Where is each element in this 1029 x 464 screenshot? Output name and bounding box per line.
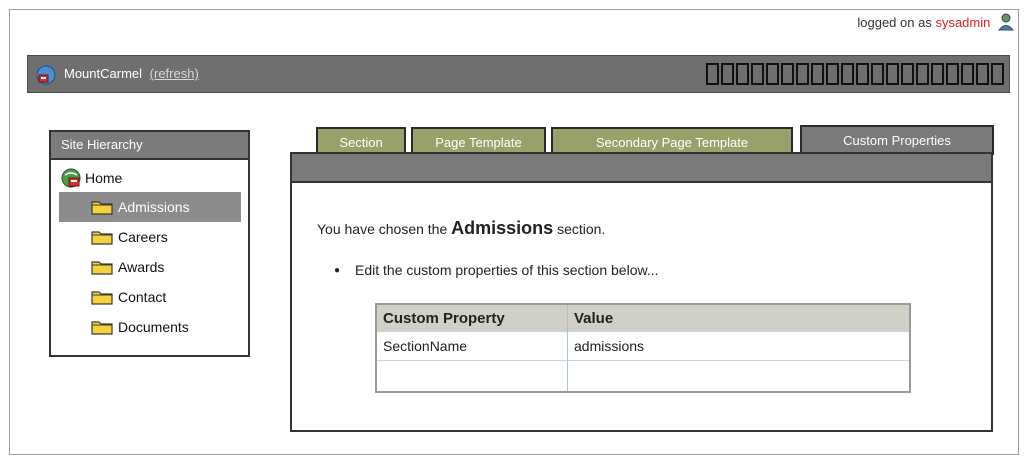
table-row[interactable]: SectionName admissions xyxy=(376,331,911,361)
column-header-value: Value xyxy=(567,304,911,332)
chosen-section-name: Admissions xyxy=(451,218,554,238)
glyph-box xyxy=(961,63,974,85)
home-globe-icon xyxy=(61,168,81,188)
tab-secondary-page-template[interactable]: Secondary Page Template xyxy=(551,127,793,154)
glyph-box xyxy=(826,63,839,85)
folder-icon xyxy=(91,201,113,215)
user-icon xyxy=(997,13,1015,31)
tree-node-awards[interactable]: Awards xyxy=(51,252,248,282)
property-name-cell[interactable] xyxy=(376,360,568,392)
glyph-box xyxy=(796,63,809,85)
site-hierarchy-title: Site Hierarchy xyxy=(51,132,248,160)
tree-node-documents[interactable]: Documents xyxy=(51,312,248,342)
folder-icon xyxy=(91,291,113,305)
glyph-box xyxy=(901,63,914,85)
app-bar: MountCarmel (refresh) xyxy=(27,55,1010,93)
custom-properties-table: Custom Property Value SectionName admiss… xyxy=(375,303,911,393)
tab-custom-properties[interactable]: Custom Properties xyxy=(800,125,994,155)
glyph-box xyxy=(766,63,779,85)
folder-icon xyxy=(91,231,113,245)
tree-node-home[interactable]: Home xyxy=(51,166,248,190)
logged-on-label: logged on as xyxy=(857,15,932,30)
tab-section[interactable]: Section xyxy=(316,127,406,154)
glyph-box xyxy=(841,63,854,85)
glyph-box xyxy=(706,63,719,85)
glyph-box xyxy=(991,63,1004,85)
glyph-box xyxy=(886,63,899,85)
site-name: MountCarmel xyxy=(64,66,143,81)
glyph-box xyxy=(916,63,929,85)
site-logo-icon xyxy=(36,65,56,85)
property-value-cell[interactable]: admissions xyxy=(567,331,911,361)
tree-node-label: Contact xyxy=(118,289,167,305)
glyph-box xyxy=(736,63,749,85)
chosen-suffix: section. xyxy=(557,221,606,237)
glyph-box xyxy=(751,63,764,85)
glyph-box xyxy=(811,63,824,85)
glyph-box xyxy=(931,63,944,85)
property-name-cell[interactable]: SectionName xyxy=(376,331,568,361)
table-row[interactable] xyxy=(376,360,911,392)
tree-node-careers[interactable]: Careers xyxy=(51,222,248,252)
tree-node-admissions[interactable]: Admissions xyxy=(59,192,241,222)
tree-node-label: Admissions xyxy=(118,199,190,215)
tree-node-label: Careers xyxy=(118,229,168,245)
tree-node-label: Awards xyxy=(118,259,165,275)
tree-node-contact[interactable]: Contact xyxy=(51,282,248,312)
content-header-band xyxy=(292,154,991,183)
login-status: logged on as sysadmin xyxy=(857,13,1015,31)
glyph-box xyxy=(856,63,869,85)
site-hierarchy-panel: Site Hierarchy Home Admissions Careers Awa… xyxy=(49,130,250,357)
glyph-box xyxy=(976,63,989,85)
missing-glyph-boxes xyxy=(706,60,1004,88)
chosen-section-text: You have chosen the Admissions section. xyxy=(317,218,605,239)
glyph-box xyxy=(871,63,884,85)
tab-page-template[interactable]: Page Template xyxy=(411,127,546,154)
chosen-prefix: You have chosen the xyxy=(317,221,448,237)
tree-node-label: Documents xyxy=(118,319,189,335)
property-value-cell[interactable] xyxy=(567,360,911,392)
instruction-bullet: Edit the custom properties of this secti… xyxy=(334,262,658,280)
folder-icon xyxy=(91,321,113,335)
glyph-box xyxy=(781,63,794,85)
glyph-box xyxy=(946,63,959,85)
folder-icon xyxy=(91,261,113,275)
username: sysadmin xyxy=(935,15,991,30)
column-header-custom-property: Custom Property xyxy=(376,304,568,332)
site-tree: Home Admissions Careers Awards Contact Docum… xyxy=(51,160,248,342)
refresh-link[interactable]: (refresh) xyxy=(150,66,199,81)
content-panel: You have chosen the Admissions section. … xyxy=(290,152,993,432)
tree-node-label: Home xyxy=(85,170,123,186)
glyph-box xyxy=(721,63,734,85)
app-title-line: MountCarmel (refresh) xyxy=(64,66,199,81)
